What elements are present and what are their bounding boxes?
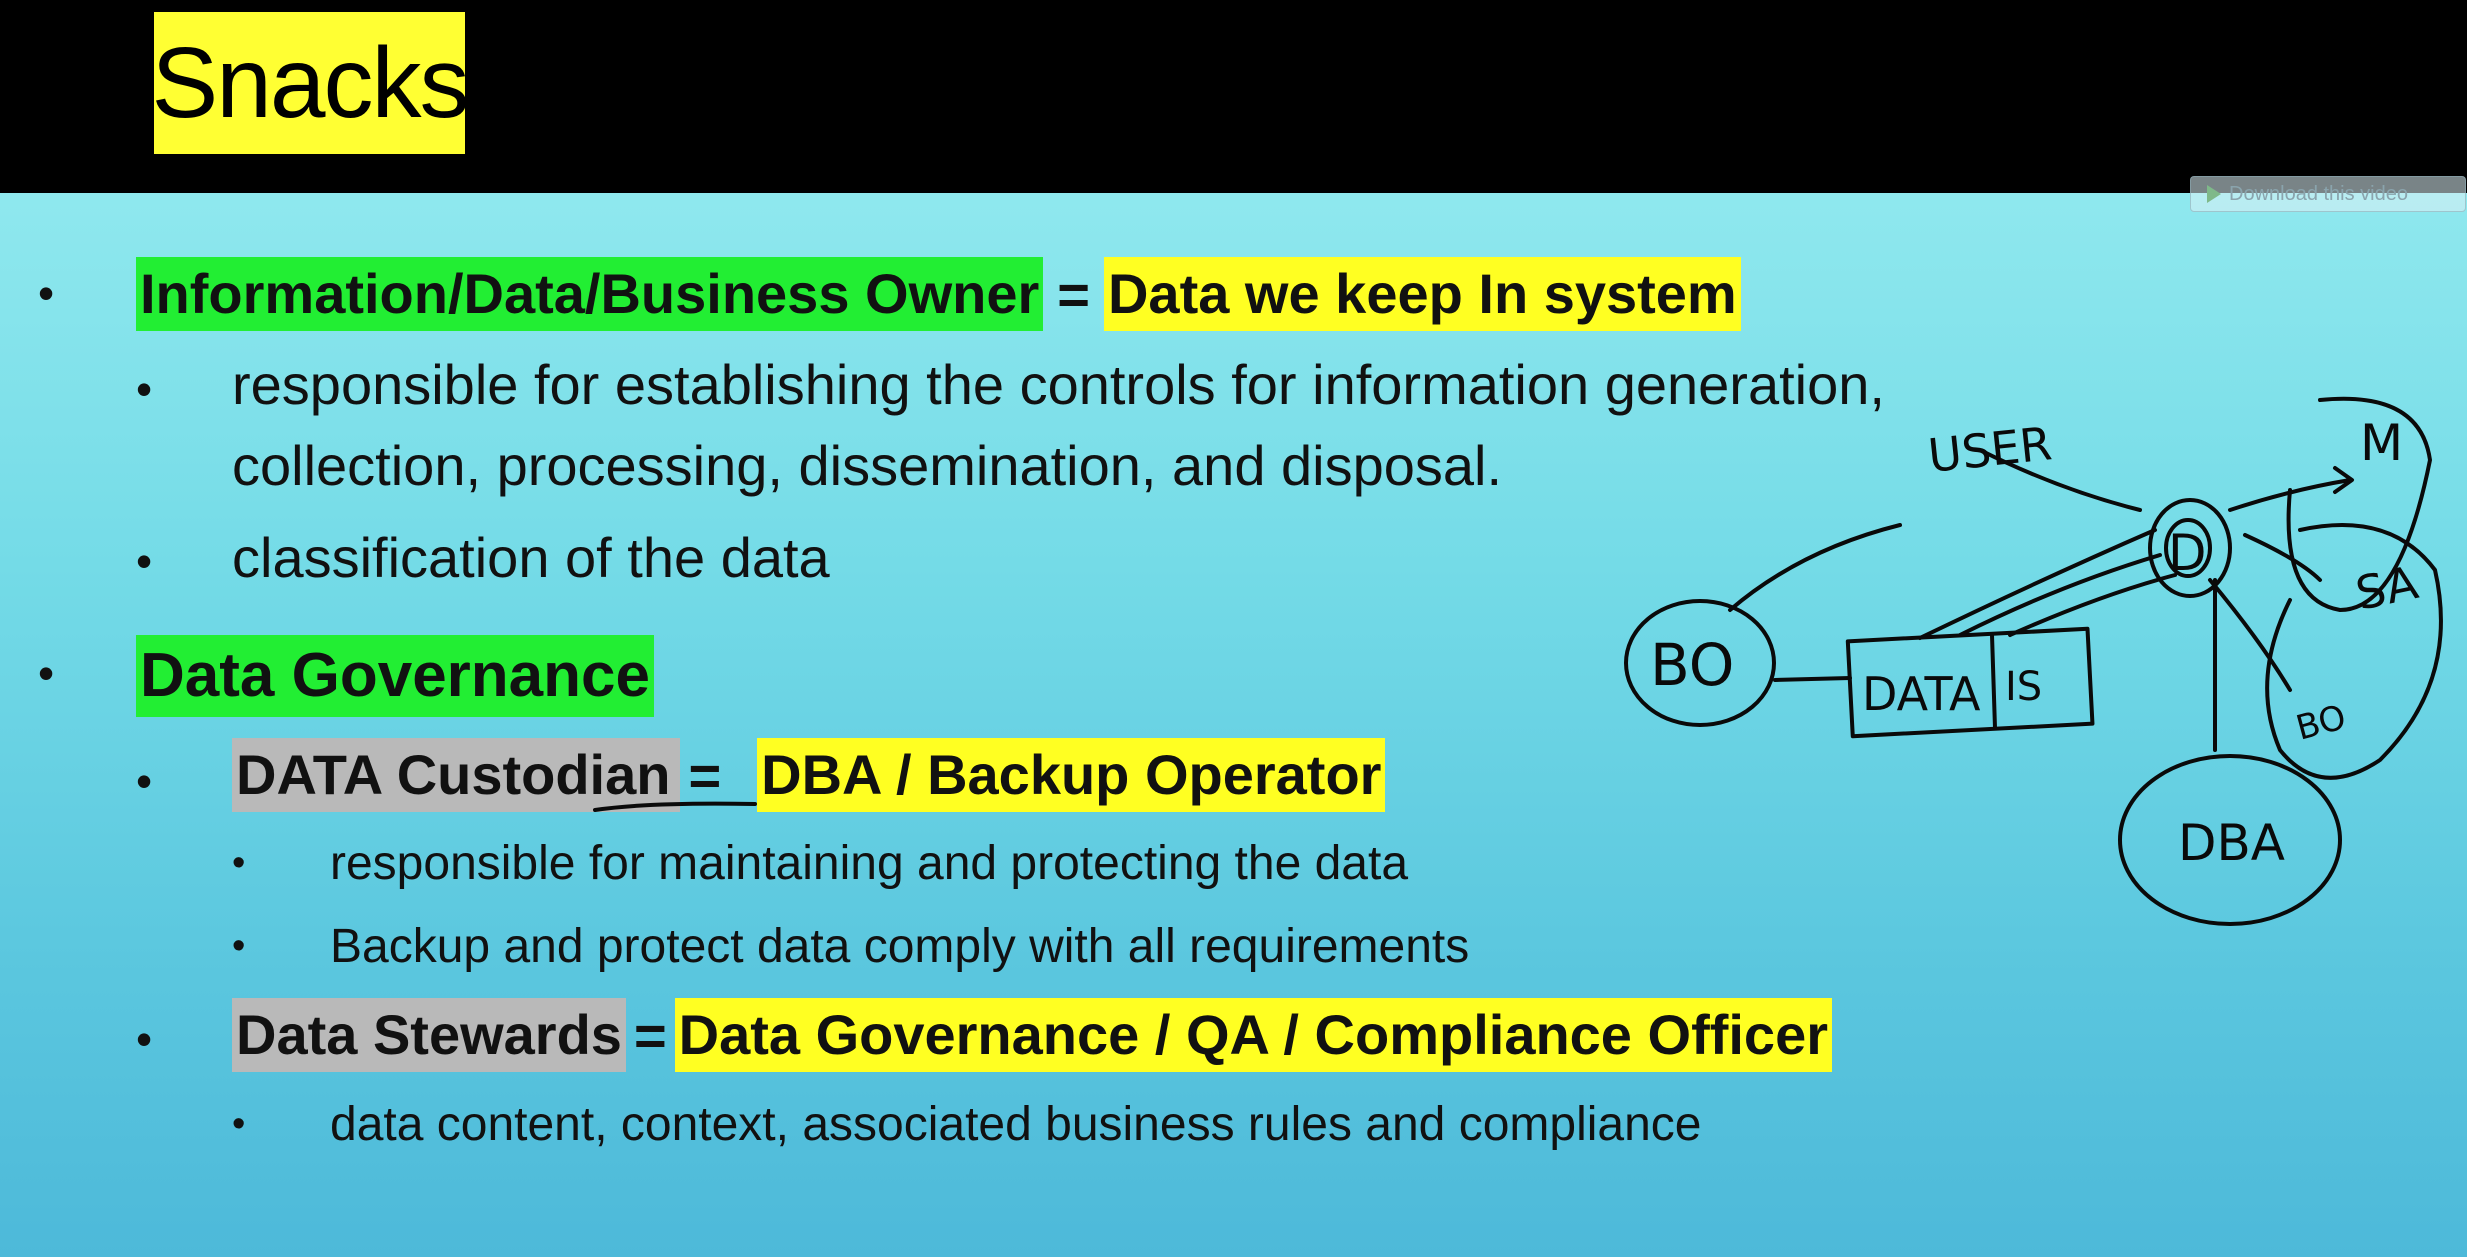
handwritten-diagram: USER D M SA BO BO DATA IS DBA — [1624, 396, 2443, 926]
title-bar: Snacks — [0, 0, 2467, 193]
owner-equals: = — [1057, 262, 1090, 326]
sketch-stroke — [1728, 523, 1902, 612]
owner-classification: classification of the data — [232, 526, 830, 589]
bullet-icon: • — [232, 925, 246, 967]
sketch-stroke — [1773, 676, 1852, 682]
slide-title-text: Snacks — [151, 27, 470, 139]
sketch-bo-label: BO — [1650, 631, 1734, 699]
owner-row: Information/Data/Business Owner = Data w… — [136, 250, 1741, 338]
bullet-icon: • — [232, 842, 246, 884]
custodian-row: DATA Custodian = DBA / Backup Operator — [232, 732, 1386, 818]
sketch-user-label: USER — [1926, 416, 2055, 483]
stewards-point-1: data content, context, associated busine… — [330, 1098, 1702, 1151]
stewards-row: Data Stewards = Data Governance / QA / C… — [232, 990, 1833, 1080]
custodian-meaning: DBA / Backup Operator — [757, 738, 1386, 812]
sketch-stroke — [2243, 533, 2322, 582]
sketch-stroke — [2208, 578, 2292, 692]
download-video-button[interactable]: Download this video — [2190, 176, 2466, 212]
bullet-icon: • — [38, 267, 55, 319]
sketch-is-label: IS — [2005, 664, 2042, 710]
custodian-point-2: Backup and protect data comply with all … — [330, 920, 1470, 973]
custodian-underline — [593, 801, 757, 812]
owner-meaning: Data we keep In system — [1103, 257, 1741, 331]
bullet-icon: • — [136, 363, 153, 415]
stewards-equals: = — [633, 1003, 667, 1067]
video-frame: Snacks Download this video • Information… — [0, 0, 2467, 1257]
sketch-bo-small-label: BO — [2292, 697, 2350, 748]
bullet-icon: • — [136, 755, 153, 807]
custodian-point-1: responsible for maintaining and protecti… — [330, 837, 1409, 890]
sketch-stroke — [1958, 553, 2162, 637]
sketch-m-label: M — [2360, 414, 2403, 472]
owner-term: Information/Data/Business Owner — [136, 257, 1044, 331]
bullet-icon: • — [136, 1013, 153, 1065]
bullet-icon: • — [38, 647, 55, 699]
sketch-divider — [1990, 633, 1997, 730]
bullet-icon: • — [136, 535, 153, 587]
bullet-icon: • — [232, 1103, 246, 1145]
governance-row: Data Governance — [136, 624, 654, 728]
slide-title: Snacks — [151, 12, 470, 154]
play-icon — [2207, 185, 2221, 203]
sketch-dba-label: DBA — [2178, 814, 2285, 872]
underline-stroke — [593, 801, 757, 812]
owner-desc-line-2: collection, processing, dissemination, a… — [232, 434, 1503, 497]
stewards-meaning: Data Governance / QA / Compliance Office… — [674, 998, 1833, 1072]
sketch-sa-label: SA — [2351, 555, 2423, 621]
stewards-term: Data Stewards — [232, 998, 626, 1072]
governance-term: Data Governance — [136, 635, 654, 717]
sketch-data-label: DATA — [1862, 667, 1981, 721]
download-video-label: Download this video — [2229, 182, 2408, 205]
